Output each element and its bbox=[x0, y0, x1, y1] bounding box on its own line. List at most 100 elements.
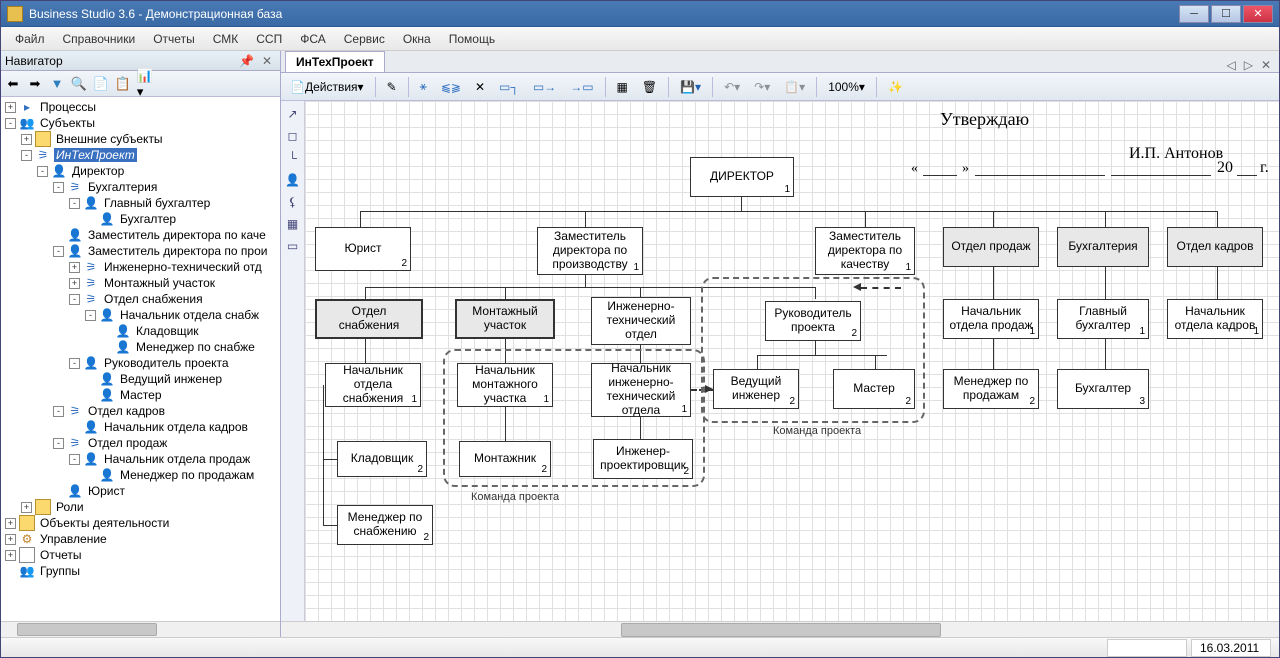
collapse-icon[interactable]: - bbox=[69, 294, 80, 305]
pal-hier-icon[interactable]: ⚸ bbox=[284, 193, 302, 211]
box-ing-proekt[interactable]: Инженер-проектировщик2 bbox=[593, 439, 693, 479]
collapse-icon[interactable]: - bbox=[53, 246, 64, 257]
actions-button[interactable]: 📄 Действия ▾ bbox=[285, 76, 369, 98]
menu-ssp[interactable]: ССП bbox=[248, 28, 290, 50]
tree-row[interactable]: +⚙Управление bbox=[1, 531, 280, 547]
expand-icon[interactable]: + bbox=[69, 278, 80, 289]
collapse-icon[interactable]: - bbox=[85, 310, 96, 321]
pal-person-icon[interactable]: 👤 bbox=[284, 171, 302, 189]
tree-row[interactable]: +⚞Монтажный участок bbox=[1, 275, 280, 291]
tree-row[interactable]: 👤Юрист bbox=[1, 483, 280, 499]
nav-fwd-icon[interactable]: ➡ bbox=[27, 76, 43, 92]
auto-icon[interactable]: ⫹⫺ bbox=[436, 76, 466, 98]
menu-help[interactable]: Помощь bbox=[441, 28, 503, 50]
delete-icon[interactable]: 🗑 bbox=[637, 76, 662, 98]
select-icon[interactable]: ▦ bbox=[612, 76, 633, 98]
tree-row[interactable]: +▸Процессы bbox=[1, 99, 280, 115]
canvas[interactable]: Утверждаю « » И.П. Антонов 20 г. ДИРЕКТО… bbox=[305, 101, 1279, 621]
collapse-icon[interactable]: - bbox=[21, 150, 32, 161]
tree-row[interactable]: +⚞Инженерно-технический отд bbox=[1, 259, 280, 275]
expand-icon[interactable]: + bbox=[5, 518, 16, 529]
collapse-icon[interactable]: - bbox=[69, 198, 80, 209]
nav-close-icon[interactable]: ✕ bbox=[258, 54, 276, 68]
expand-icon[interactable]: + bbox=[21, 134, 32, 145]
expand-icon[interactable]: + bbox=[21, 502, 32, 513]
edit-icon[interactable]: ✎ bbox=[382, 76, 402, 98]
tree-row[interactable]: +Внешние субъекты bbox=[1, 131, 280, 147]
tree-row[interactable]: 👤Кладовщик bbox=[1, 323, 280, 339]
nav-new-icon[interactable]: 📄 bbox=[93, 76, 109, 92]
menu-fsa[interactable]: ФСА bbox=[292, 28, 334, 50]
pal-conn-icon[interactable]: └ bbox=[284, 149, 302, 167]
tree-row[interactable]: +Объекты деятельности bbox=[1, 515, 280, 531]
canvas-hscroll[interactable] bbox=[281, 621, 1279, 637]
tree-row[interactable]: +Отчеты bbox=[1, 547, 280, 563]
tools-icon[interactable]: ✕ bbox=[470, 76, 490, 98]
pal-ptr-icon[interactable]: ↗ bbox=[284, 105, 302, 123]
cut-icon[interactable]: 📋▾ bbox=[779, 76, 810, 98]
close-button[interactable]: ✕ bbox=[1243, 5, 1273, 23]
pin-icon[interactable]: 📌 bbox=[235, 54, 258, 68]
box-zam-kach[interactable]: Заместитель директора по качеству1 bbox=[815, 227, 915, 275]
titlebar[interactable]: Business Studio 3.6 - Демонстрационная б… bbox=[1, 1, 1279, 27]
layout1-icon[interactable]: ▭┐ bbox=[494, 76, 524, 98]
menu-smk[interactable]: СМК bbox=[205, 28, 247, 50]
redo-icon[interactable]: ↷▾ bbox=[749, 76, 775, 98]
tree-row[interactable]: 👤Бухгалтер bbox=[1, 211, 280, 227]
collapse-icon[interactable]: - bbox=[53, 406, 64, 417]
expand-icon[interactable]: + bbox=[5, 550, 16, 561]
hier-icon[interactable]: ⚹ bbox=[415, 76, 432, 98]
menu-windows[interactable]: Окна bbox=[395, 28, 439, 50]
box-kladov[interactable]: Кладовщик2 bbox=[337, 441, 427, 477]
tree-row[interactable]: -⚞Отдел снабжения bbox=[1, 291, 280, 307]
box-men-prodazh[interactable]: Менеджер по продажам2 bbox=[943, 369, 1039, 409]
tree-row[interactable]: +Роли bbox=[1, 499, 280, 515]
tree-row[interactable]: -👤Начальник отдела снабж bbox=[1, 307, 280, 323]
tab-prev-icon[interactable]: ◁ bbox=[1222, 58, 1239, 72]
tree-row[interactable]: -⚞Отдел продаж bbox=[1, 435, 280, 451]
save-icon[interactable]: 💾▾ bbox=[675, 76, 706, 98]
tree-row[interactable]: 👥Группы bbox=[1, 563, 280, 579]
box-nach-snab[interactable]: Начальник отдела снабжения1 bbox=[325, 363, 421, 407]
nav-report-icon[interactable]: 📊▾ bbox=[137, 76, 153, 92]
menu-refs[interactable]: Справочники bbox=[55, 28, 144, 50]
box-glav-buh[interactable]: Главный бухгалтер1 bbox=[1057, 299, 1149, 339]
menu-reports[interactable]: Отчеты bbox=[145, 28, 202, 50]
box-otdel-prodazh[interactable]: Отдел продаж bbox=[943, 227, 1039, 267]
box-jurist[interactable]: Юрист2 bbox=[315, 227, 411, 271]
collapse-icon[interactable]: - bbox=[37, 166, 48, 177]
tree-row[interactable]: -👥Субъекты bbox=[1, 115, 280, 131]
collapse-icon[interactable]: - bbox=[69, 454, 80, 465]
expand-icon[interactable]: + bbox=[69, 262, 80, 273]
tree-row[interactable]: -👤Заместитель директора по прои bbox=[1, 243, 280, 259]
nav-find-icon[interactable]: 🔍 bbox=[71, 76, 87, 92]
tree-row[interactable]: 👤Заместитель директора по каче bbox=[1, 227, 280, 243]
tree-row[interactable]: -👤Начальник отдела продаж bbox=[1, 451, 280, 467]
menu-service[interactable]: Сервис bbox=[336, 28, 393, 50]
nav-scrollbar[interactable] bbox=[1, 621, 280, 637]
box-buhgalteria[interactable]: Бухгалтерия bbox=[1057, 227, 1149, 267]
undo-icon[interactable]: ↶▾ bbox=[719, 76, 745, 98]
box-mont-uch[interactable]: Монтажный участок bbox=[455, 299, 555, 339]
expand-icon[interactable]: + bbox=[5, 102, 16, 113]
box-buhgalter[interactable]: Бухгалтер3 bbox=[1057, 369, 1149, 409]
expand-icon[interactable]: + bbox=[5, 534, 16, 545]
box-otdel-snab[interactable]: Отдел снабжения bbox=[315, 299, 423, 339]
box-nach-kadrov[interactable]: Начальник отдела кадров1 bbox=[1167, 299, 1263, 339]
collapse-icon[interactable]: - bbox=[53, 438, 64, 449]
tree-row[interactable]: 👤Менеджер по продажам bbox=[1, 467, 280, 483]
tree-row[interactable]: -👤Руководитель проекта bbox=[1, 355, 280, 371]
collapse-icon[interactable]: - bbox=[5, 118, 16, 129]
box-itd[interactable]: Инженерно-технический отдел bbox=[591, 297, 691, 345]
nav-back-icon[interactable]: ⬅ bbox=[5, 76, 21, 92]
box-men-snab[interactable]: Менеджер по снабжению2 bbox=[337, 505, 433, 545]
tree-row[interactable]: 👤Начальник отдела кадров bbox=[1, 419, 280, 435]
tree-row[interactable]: 👤Мастер bbox=[1, 387, 280, 403]
tab-next-icon[interactable]: ▷ bbox=[1240, 58, 1257, 72]
box-director[interactable]: ДИРЕКТОР1 bbox=[690, 157, 794, 197]
layout2-icon[interactable]: ▭→ bbox=[528, 76, 561, 98]
menu-file[interactable]: Файл bbox=[7, 28, 53, 50]
pal-grid-icon[interactable]: ▦ bbox=[284, 215, 302, 233]
zoom-combo[interactable]: 100% ▾ bbox=[823, 76, 870, 98]
box-zam-proizv[interactable]: Заместитель директора по производству1 bbox=[537, 227, 643, 275]
